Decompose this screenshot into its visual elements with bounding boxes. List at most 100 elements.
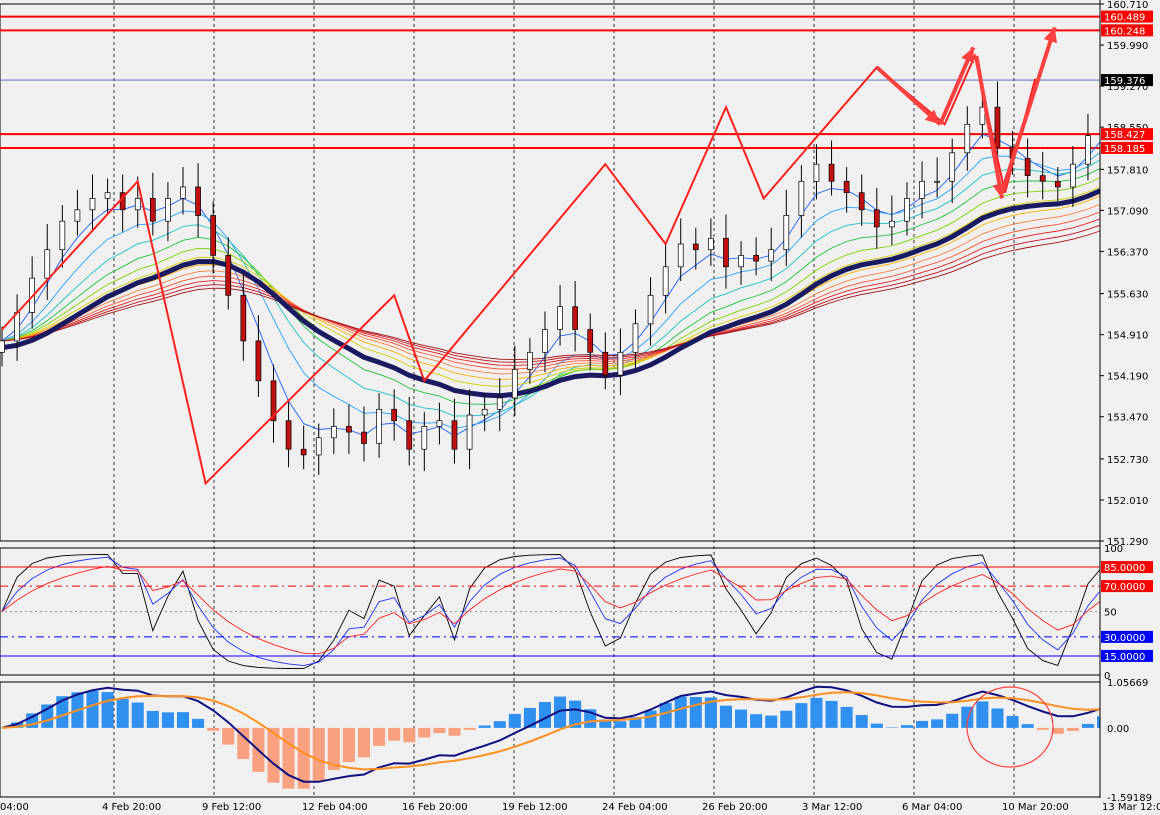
candle-body [858, 192, 865, 211]
histogram-bar [840, 706, 853, 728]
candle-body [195, 186, 201, 216]
candle-body [662, 266, 669, 296]
candle-body [873, 209, 880, 228]
price-tick-label: 157.810 [1107, 165, 1148, 176]
histogram-bar [870, 723, 883, 728]
level-label: 158.427 [1104, 130, 1145, 141]
time-axis-label: 6 Mar 04:00 [902, 802, 962, 813]
histogram-bar [146, 710, 159, 728]
candle-body [315, 437, 322, 456]
osc-level-label: 85.0000 [1104, 563, 1145, 574]
candle-body [59, 220, 66, 251]
time-axis-label: 3 Mar 12:00 [802, 802, 862, 813]
candle-body [813, 163, 820, 182]
candle-body [496, 397, 503, 410]
histogram-bar [116, 698, 129, 728]
candle-body [994, 106, 1001, 148]
candle-body [285, 420, 292, 450]
time-axis-label: 13 Mar 12:00 [1102, 802, 1160, 813]
time-axis-label: 16 Feb 20:00 [402, 802, 468, 813]
histogram-bar [931, 719, 944, 728]
candle-body [949, 152, 956, 182]
price-tick-label: 155.630 [1107, 290, 1148, 301]
candle-body [451, 420, 458, 450]
candle-body [753, 255, 759, 262]
time-axis-label: 19 Feb 12:00 [502, 802, 568, 813]
candle-body [74, 209, 81, 222]
candle-body [210, 215, 217, 256]
histogram-bar [674, 696, 687, 728]
time-axis-label: 04:00 [0, 802, 29, 813]
time-axis-label: 24 Feb 04:00 [602, 802, 668, 813]
current-price-label: 159.376 [1104, 76, 1145, 87]
candle-body [843, 180, 850, 194]
candle-body [255, 340, 262, 382]
price-tick-label: 159.990 [1107, 41, 1148, 52]
candle-body [647, 294, 654, 325]
osc-tick-label: 50 [1104, 608, 1117, 619]
candle-body [542, 329, 548, 353]
price-tick-label: 154.910 [1107, 331, 1148, 342]
candle-body [527, 351, 533, 370]
histogram-bar [1081, 723, 1094, 728]
histogram-bar [1006, 715, 1019, 728]
candle-body [557, 306, 563, 330]
candle-body [511, 369, 518, 399]
candle-body [165, 198, 171, 222]
candle-body [240, 294, 247, 342]
histogram-bar [207, 727, 220, 731]
candle-body [134, 198, 141, 211]
candle-body [14, 312, 20, 342]
histogram-bar [1021, 724, 1034, 728]
histogram-bar [719, 705, 733, 728]
histogram-bar [493, 721, 506, 728]
candle-body [104, 192, 111, 199]
candle-body [1085, 135, 1091, 165]
candle-body [1039, 175, 1046, 182]
histogram-bar [810, 697, 823, 728]
price-tick-label: 156.370 [1107, 247, 1148, 258]
histogram-bar [976, 701, 989, 728]
candle-body [1054, 180, 1061, 188]
osc-level-label: 30.0000 [1104, 633, 1145, 644]
candle-body [391, 408, 398, 422]
candle-body [149, 198, 156, 222]
candle-body [904, 198, 910, 222]
time-axis: 04:00 4 Feb 20:00 9 Feb 12:00 12 Feb 04:00 1… [0, 802, 1160, 813]
time-axis-label: 26 Feb 20:00 [702, 802, 768, 813]
histogram-bar [855, 715, 868, 728]
price-tick-label: 157.090 [1107, 206, 1148, 217]
histogram-bar [463, 727, 476, 730]
candle-body [346, 426, 352, 433]
histogram-bar [1066, 727, 1079, 732]
histogram-bar [176, 712, 190, 728]
chart-panes [0, 3, 1101, 798]
histogram-bar [780, 710, 793, 728]
price-tick-label: 154.190 [1107, 372, 1148, 383]
candle-body [180, 186, 186, 199]
price-tick-label: 152.010 [1107, 496, 1148, 507]
candle-body [1070, 163, 1076, 188]
time-axis-label: 9 Feb 12:00 [202, 802, 261, 813]
candle-body [572, 306, 578, 330]
candle-body [1024, 158, 1031, 176]
candle-body [602, 351, 609, 376]
macd-tick-label: 0.00 [1107, 724, 1129, 735]
candle-body [466, 414, 473, 450]
histogram-bar [101, 692, 114, 728]
histogram-bar [659, 702, 672, 728]
candle-body [889, 220, 895, 228]
histogram-bar [991, 708, 1004, 728]
histogram-bar [161, 712, 174, 728]
candle-body [361, 431, 367, 444]
histogram-bar [1036, 727, 1049, 730]
histogram-bar [131, 702, 144, 728]
price-tick-label: 160.710 [1107, 0, 1148, 11]
histogram-bar [388, 727, 401, 741]
histogram-bar [916, 720, 929, 728]
candle-body [798, 180, 805, 216]
histogram-bar [825, 700, 838, 728]
candle-body [828, 163, 835, 182]
candle-body [436, 420, 443, 427]
level-label: 158.185 [1104, 144, 1145, 155]
